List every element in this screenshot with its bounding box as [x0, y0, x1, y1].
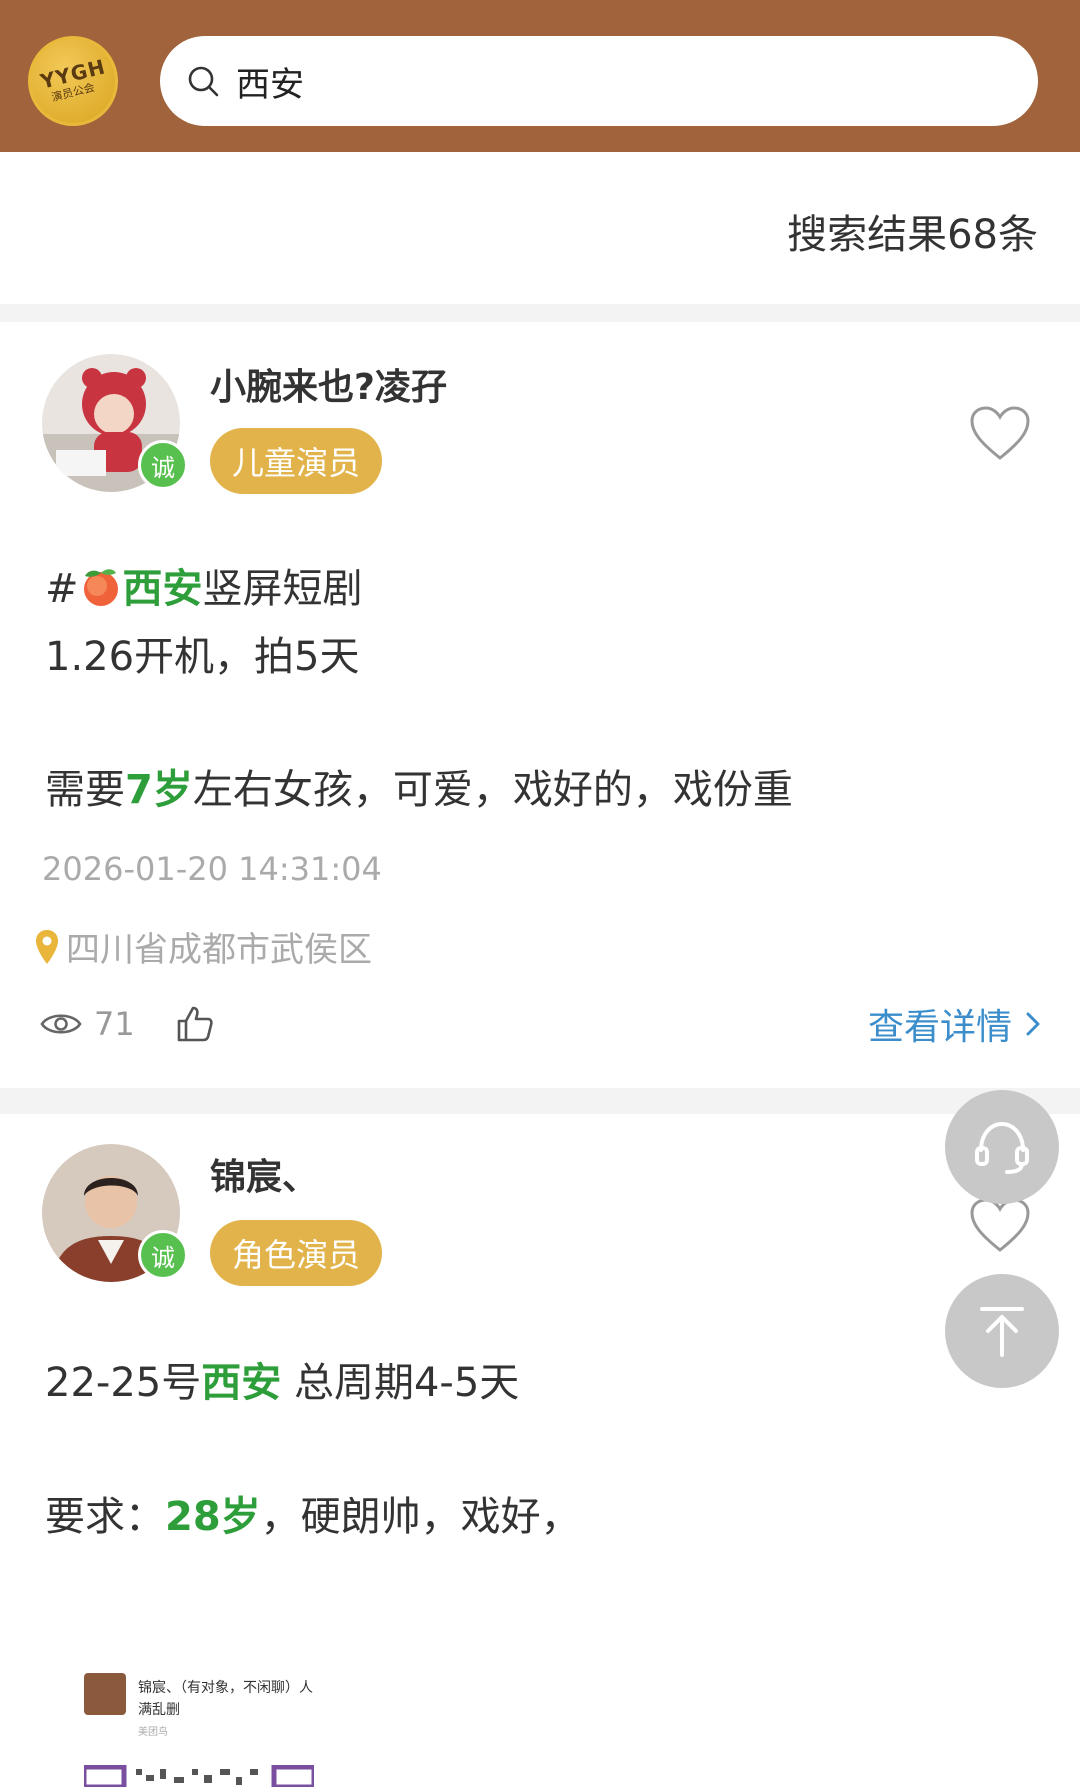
- keyword-highlight: 28岁: [165, 1494, 261, 1540]
- post-text: 要求：: [45, 1494, 165, 1540]
- customer-service-button[interactable]: [945, 1090, 1059, 1204]
- app-logo[interactable]: YYGH 演员公会: [28, 36, 118, 126]
- post-text: 需要: [45, 767, 125, 813]
- view-count: 71: [94, 1005, 135, 1043]
- location-text: 四川省成都市武侯区: [66, 930, 372, 970]
- like-thumb-icon[interactable]: [175, 1004, 215, 1044]
- username[interactable]: 锦宸、: [210, 1148, 318, 1200]
- search-input[interactable]: 西安: [160, 36, 1038, 126]
- top-header: YYGH 演员公会 西安: [0, 0, 1080, 152]
- username[interactable]: 小腕来也?凌孖: [210, 358, 447, 410]
- chevron-right-icon: [1026, 1012, 1040, 1036]
- role-tag: 角色演员: [210, 1220, 383, 1286]
- post-image-preview[interactable]: 锦宸、（有对象，不闲聊）人满乱删 美团鸟: [84, 1673, 324, 1787]
- heart-icon[interactable]: [968, 1196, 1032, 1254]
- preview-subtext: 美团鸟: [138, 1727, 168, 1738]
- hashtag: #: [45, 566, 79, 612]
- post-text: 竖屏短剧: [202, 566, 363, 612]
- preview-name: 锦宸、（有对象，不闲聊）人满乱删: [138, 1680, 313, 1718]
- post-text: ，硬朗帅，戏好，: [260, 1494, 581, 1540]
- post-line-2: 要求：28岁，硬朗帅，戏好，: [45, 1484, 581, 1542]
- eye-icon: [40, 1014, 82, 1034]
- post-stats: 71: [40, 1004, 215, 1044]
- post-timestamp: 2026-01-20 14:31:04: [42, 850, 382, 888]
- result-count: 搜索结果68条: [787, 212, 1038, 258]
- back-to-top-button[interactable]: [945, 1274, 1059, 1388]
- keyword-highlight: 西安: [122, 566, 203, 612]
- post-location: 四川省成都市武侯区: [34, 922, 372, 971]
- view-detail-label: 查看详情: [867, 1007, 1012, 1048]
- post-card[interactable]: 诚 小腕来也?凌孖 儿童演员 # 西安竖屏短剧 1.26开机，拍5天 需要7岁左…: [0, 322, 1080, 1088]
- arrow-up-icon: [980, 1307, 1024, 1357]
- post-text: 总周期4-5天: [281, 1360, 520, 1406]
- peach-emoji-icon: [83, 569, 118, 606]
- divider: [0, 1088, 1080, 1114]
- result-bar: 搜索结果68条: [0, 152, 1080, 304]
- post-line-1: # 西安竖屏短剧: [45, 556, 363, 614]
- heart-icon[interactable]: [968, 404, 1032, 462]
- verified-badge: 诚: [138, 440, 188, 490]
- headset-icon: [975, 1121, 1029, 1174]
- keyword-highlight: 西安: [201, 1360, 282, 1406]
- search-query: 西安: [236, 64, 304, 105]
- verified-badge: 诚: [138, 1230, 188, 1280]
- qr-code-icon: [84, 1765, 314, 1787]
- divider: [0, 304, 1080, 322]
- post-line-1: 22-25号西安 总周期4-5天: [45, 1350, 519, 1408]
- location-pin-icon: [36, 929, 58, 964]
- post-line-3: 需要7岁左右女孩，可爱，戏好的，戏份重: [45, 757, 793, 815]
- view-detail-link[interactable]: 查看详情: [868, 998, 1044, 1050]
- keyword-highlight: 7岁: [125, 767, 193, 813]
- role-tag: 儿童演员: [210, 428, 383, 494]
- post-line-2: 1.26开机，拍5天: [45, 634, 360, 680]
- post-text: 左右女孩，可爱，戏好的，戏份重: [192, 767, 793, 813]
- preview-avatar: [84, 1673, 126, 1715]
- search-icon: [188, 66, 219, 97]
- post-text: 22-25号: [45, 1360, 202, 1406]
